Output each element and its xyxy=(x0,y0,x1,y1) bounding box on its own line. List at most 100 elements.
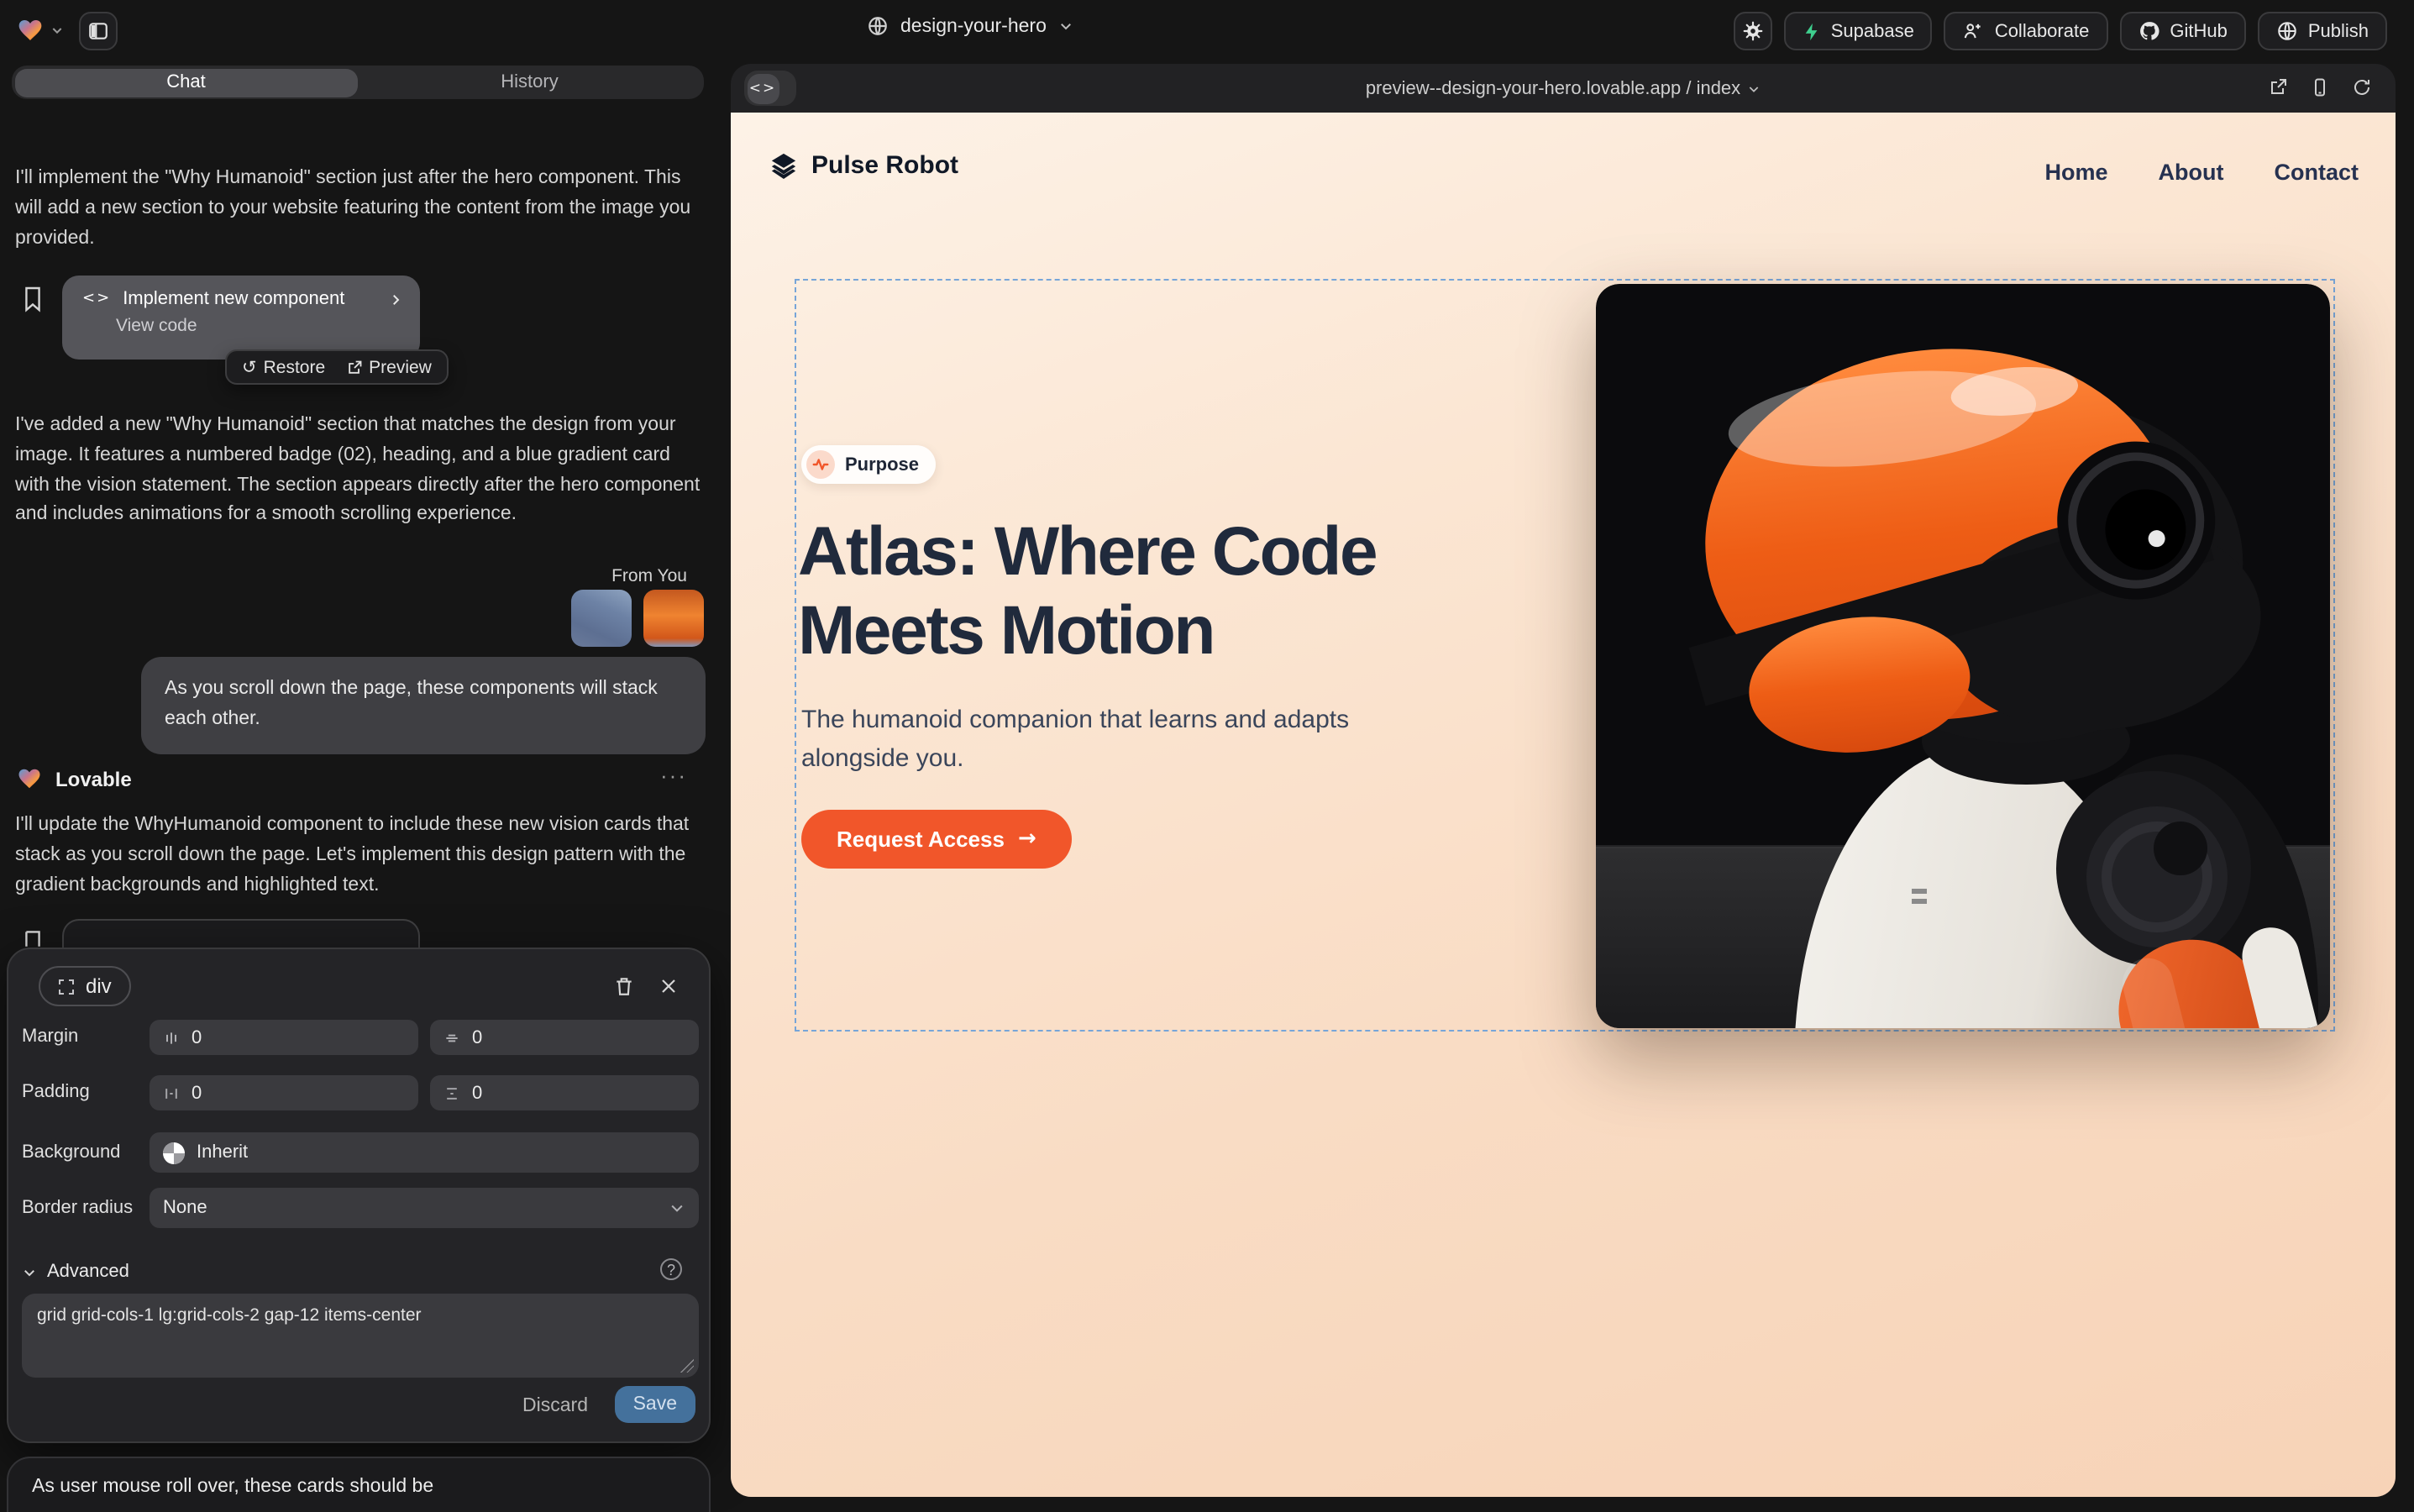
assistant-header: Lovable xyxy=(17,766,132,791)
hero-title: Atlas: Where Code Meets Motion xyxy=(798,512,1376,669)
margin-label: Margin xyxy=(22,1026,78,1047)
chat-history-tabs: Chat History xyxy=(12,66,704,99)
background-input[interactable]: Inherit xyxy=(150,1132,699,1173)
discard-button[interactable]: Discard xyxy=(522,1396,588,1416)
hero-robot-image xyxy=(1596,284,2330,1028)
element-outline-icon xyxy=(59,979,74,994)
github-button[interactable]: GitHub xyxy=(2119,12,2246,50)
selected-element-pill[interactable]: div xyxy=(39,966,132,1006)
padding-vertical-icon xyxy=(443,1084,460,1101)
restore-button[interactable]: ↺ Restore xyxy=(242,357,325,377)
people-plus-icon xyxy=(1963,20,1985,42)
component-card-title: Implement new component xyxy=(123,289,376,309)
project-chevron-down-icon xyxy=(1058,18,1073,34)
preview-address-bar[interactable]: preview--design-your-hero.lovable.app / … xyxy=(731,64,2396,113)
margin-x-input[interactable] xyxy=(150,1020,418,1055)
mobile-view-icon[interactable] xyxy=(2310,77,2330,97)
advanced-chevron-down-icon xyxy=(22,1264,37,1279)
select-chevron-down-icon xyxy=(669,1200,685,1216)
lovable-heart-icon xyxy=(17,766,42,791)
attachment-thumbnail-blue[interactable] xyxy=(571,590,632,647)
open-in-new-tab-icon[interactable] xyxy=(2268,77,2288,97)
lovable-logo-icon[interactable] xyxy=(17,17,44,44)
publish-button[interactable]: Publish xyxy=(2258,12,2387,50)
padding-label: Padding xyxy=(22,1082,90,1102)
chat-composer: As user mouse roll over, these cards sho… xyxy=(7,1457,711,1512)
assistant-message-1: I'll implement the "Why Humanoid" sectio… xyxy=(15,165,701,255)
gear-icon xyxy=(1742,20,1764,42)
collaborate-button[interactable]: Collaborate xyxy=(1944,12,2108,50)
attachment-thumbnail-orange[interactable] xyxy=(643,590,704,647)
background-value: Inherit xyxy=(197,1142,248,1163)
transparency-checker-icon xyxy=(163,1142,185,1163)
top-bar: design-your-hero xyxy=(0,0,2414,60)
address-chevron-down-icon xyxy=(1747,81,1761,95)
advanced-toggle[interactable]: Advanced xyxy=(22,1262,129,1282)
nav-about[interactable]: About xyxy=(2159,160,2224,185)
site-brand-name: Pulse Robot xyxy=(811,151,958,180)
code-icon: <> xyxy=(82,291,111,307)
from-you-label: From You xyxy=(611,566,687,586)
padding-x-input[interactable] xyxy=(150,1075,418,1110)
padding-y-input[interactable] xyxy=(430,1075,699,1110)
margin-y-input[interactable] xyxy=(430,1020,699,1055)
element-tag: div xyxy=(86,974,112,998)
border-radius-value: None xyxy=(163,1198,657,1218)
layers-icon xyxy=(769,151,798,180)
supabase-bolt-icon xyxy=(1803,21,1821,41)
card-hover-toolbar: ↺ Restore Preview xyxy=(225,349,449,385)
chevron-right-icon xyxy=(388,291,403,307)
chat-sidebar: Chat History I'll implement the "Why Hum… xyxy=(0,60,717,1512)
preview-button[interactable]: Preview xyxy=(345,357,432,377)
classes-textarea[interactable]: grid grid-cols-1 lg:grid-cols-2 gap-12 i… xyxy=(22,1294,699,1378)
top-bar-actions: Supabase Collaborate GitHub Publish xyxy=(1734,12,2387,50)
close-panel-button[interactable] xyxy=(659,976,679,996)
logo-chevron-down-icon[interactable] xyxy=(50,24,64,37)
refresh-icon[interactable] xyxy=(2352,77,2372,97)
arrow-right-icon: → xyxy=(1018,827,1036,852)
assistant-name: Lovable xyxy=(55,767,132,790)
github-icon xyxy=(2138,20,2159,42)
request-access-button[interactable]: Request Access → xyxy=(801,810,1072,869)
message-menu-button[interactable]: ··· xyxy=(660,763,687,788)
delete-element-button[interactable] xyxy=(613,974,635,998)
settings-button[interactable] xyxy=(1734,12,1772,50)
border-radius-select[interactable]: None xyxy=(150,1188,699,1228)
margin-vertical-icon xyxy=(443,1029,460,1046)
view-code-link[interactable]: View code xyxy=(116,316,403,336)
app-window: design-your-hero xyxy=(0,0,2414,1512)
help-icon[interactable]: ? xyxy=(660,1258,682,1280)
component-card[interactable]: <> Implement new component View code xyxy=(62,276,420,360)
advanced-label: Advanced xyxy=(47,1262,129,1282)
element-inspector-panel: div Margin Padd xyxy=(7,948,711,1443)
globe-icon xyxy=(867,15,889,37)
preview-frame: <> preview--design-your-hero.lovable.app… xyxy=(731,64,2396,1497)
pulse-icon xyxy=(806,450,835,479)
project-name: design-your-hero xyxy=(900,16,1047,36)
nav-contact[interactable]: Contact xyxy=(2275,160,2359,185)
preview-actions xyxy=(2268,77,2372,97)
margin-horizontal-icon xyxy=(163,1029,180,1046)
sidebar-toggle-button[interactable] xyxy=(79,12,118,50)
tab-history[interactable]: History xyxy=(358,68,701,97)
tailwind-classes-editor: grid grid-cols-1 lg:grid-cols-2 gap-12 i… xyxy=(22,1294,699,1378)
save-button[interactable]: Save xyxy=(615,1386,695,1423)
assistant-message-3: I'll update the WhyHumanoid component to… xyxy=(15,811,701,901)
supabase-button[interactable]: Supabase xyxy=(1784,12,1933,50)
nav-home[interactable]: Home xyxy=(2045,160,2108,185)
bookmark-icon[interactable] xyxy=(22,286,44,312)
hero-badge-label: Purpose xyxy=(845,454,919,475)
tab-chat[interactable]: Chat xyxy=(14,68,358,97)
project-selector[interactable]: design-your-hero xyxy=(867,15,1073,37)
site-nav: Home About Contact xyxy=(2045,160,2359,185)
assistant-message-2: I've added a new "Why Humanoid" section … xyxy=(15,412,701,532)
resize-handle[interactable] xyxy=(680,1359,694,1373)
bookmark-icon-2[interactable] xyxy=(22,929,44,948)
publish-globe-icon xyxy=(2276,20,2298,42)
hero-badge[interactable]: Purpose xyxy=(801,445,936,484)
site-logo[interactable]: Pulse Robot xyxy=(769,151,958,180)
external-link-icon xyxy=(345,359,362,375)
composer-input[interactable]: As user mouse roll over, these cards sho… xyxy=(32,1477,433,1497)
border-radius-label: Border radius xyxy=(22,1198,133,1218)
padding-horizontal-icon xyxy=(163,1084,180,1101)
